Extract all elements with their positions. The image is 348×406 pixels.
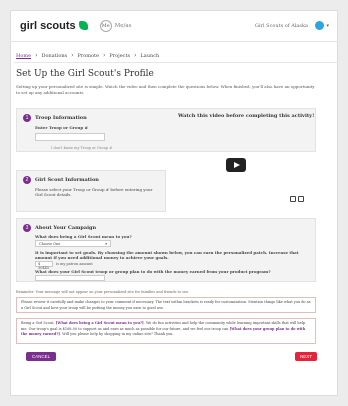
logo[interactable]: girl scouts <box>20 20 88 32</box>
video-title: Watch this video before completing this … <box>178 113 315 119</box>
play-icon[interactable] <box>226 158 246 172</box>
video-controls <box>290 196 304 202</box>
girl-title: Girl Scout Information <box>35 177 99 183</box>
question-meaning: What does being a Girl Scout mean to you… <box>35 234 132 239</box>
troop-title: Troop Information <box>35 115 87 121</box>
campaign-title: About Your Campaign <box>35 225 97 231</box>
notice-box: Please review it carefully and make chan… <box>16 297 316 313</box>
chevron-right-icon: › <box>35 52 38 59</box>
reminder-text: Reminder: Your message will not appear o… <box>16 290 190 294</box>
topbar: girl scouts Me Me/as Girl Scouts of Alas… <box>10 10 338 42</box>
preview-end: . Will you please help by shopping in my… <box>59 332 174 336</box>
breadcrumb-projects[interactable]: Projects <box>109 53 130 59</box>
campaign-panel: 3 About Your Campaign What does being a … <box>16 218 316 282</box>
chevron-down-icon: ▾ <box>105 242 107 246</box>
troop-input[interactable] <box>35 133 105 141</box>
preview-start: Being a Girl Scout, <box>21 321 56 325</box>
goal-suffix: is my patron amount <box>56 262 93 266</box>
meaning-select[interactable]: Choose One ▾ <box>35 240 111 247</box>
page-title: Set Up the Girl Scout's Profile <box>16 69 154 79</box>
message-preview[interactable]: Being a Girl Scout, [What does being a G… <box>16 318 316 344</box>
breadcrumb: Home › Donations › Promote › Projects › … <box>16 52 159 59</box>
fullscreen-icon[interactable] <box>298 196 304 202</box>
me-menu[interactable]: Me Me/as <box>99 19 132 32</box>
intro-text: Setting up your personalized site is sim… <box>16 84 315 95</box>
goal-input[interactable]: $ 30445 <box>35 261 53 270</box>
chevron-down-icon[interactable]: ▾ <box>326 23 329 29</box>
cancel-button[interactable]: CANCEL <box>26 352 56 361</box>
breadcrumb-promote[interactable]: Promote <box>78 53 99 59</box>
me-icon: Me <box>99 19 112 32</box>
question-goal: It is important to set goals. By choosin… <box>35 250 299 260</box>
trefoil-icon <box>78 21 88 30</box>
chevron-right-icon: › <box>134 52 137 59</box>
step-number: 3 <box>23 224 31 232</box>
troop-field-label: Enter Troop or Group # <box>35 125 88 130</box>
goal-row: $ 30445 is my patron amount <box>35 261 93 270</box>
chevron-right-icon: › <box>103 52 106 59</box>
preview-placeholder-meaning: [What does being a Girl Scout mean to yo… <box>55 321 144 325</box>
step-number: 2 <box>23 176 31 184</box>
girl-desc: Please select your Troop or Group # befo… <box>35 187 153 197</box>
breadcrumb-launch[interactable]: Launch <box>140 53 159 59</box>
girl-panel: 2 Girl Scout Information Please select y… <box>16 170 166 212</box>
breadcrumb-donations[interactable]: Donations <box>41 53 67 59</box>
meaning-select-value: Choose One <box>39 242 61 246</box>
logo-text: girl scouts <box>20 19 76 32</box>
council-name: Girl Scouts of Alaska <box>254 22 308 29</box>
step-number: 1 <box>23 114 31 122</box>
next-button[interactable]: NEXT <box>295 352 317 361</box>
question-plan: What does your Girl Scout troop or group… <box>35 269 271 274</box>
troop-hint-link[interactable]: I don't know my Troop or Group # <box>51 146 112 150</box>
me-label: Me/as <box>114 22 132 29</box>
plan-input[interactable] <box>35 275 105 281</box>
divider <box>14 62 338 63</box>
chevron-right-icon: › <box>71 52 74 59</box>
captions-icon[interactable] <box>290 196 296 202</box>
breadcrumb-home[interactable]: Home <box>16 53 31 59</box>
avatar[interactable] <box>315 21 324 30</box>
